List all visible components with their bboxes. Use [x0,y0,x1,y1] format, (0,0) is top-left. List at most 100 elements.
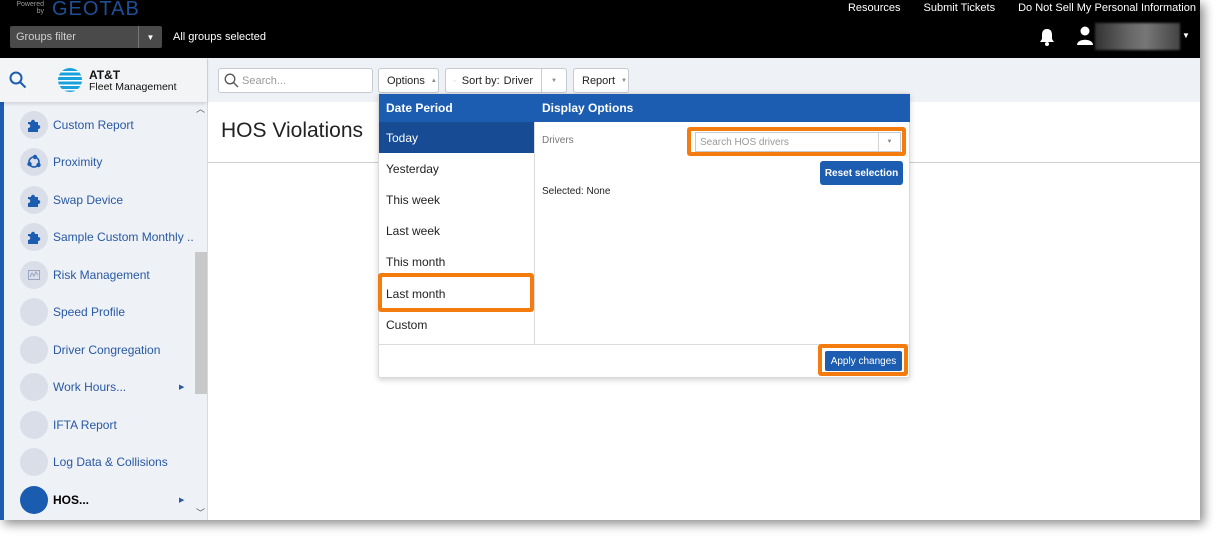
user-icon[interactable] [1076,26,1094,46]
sidebar-item-label: Risk Management [53,268,150,282]
caret-down-icon: ▼ [551,77,557,84]
blank-icon [20,411,48,439]
user-name-redacted[interactable] [1095,23,1180,50]
sort-value: Driver [503,74,533,87]
sidebar-item-speed-profile[interactable]: Speed Profile [4,294,194,330]
sidebar-item-hos[interactable]: HOS... ▶ [4,482,194,518]
display-options-header: Display Options [535,94,910,122]
sidebar-item-risk-management[interactable]: Risk Management [4,257,194,293]
sidebar-header: AT&T Fleet Management [0,58,207,102]
geotab-logo[interactable]: GEOTAB [52,0,140,21]
puzzle-icon [20,186,48,214]
drivers-dropdown-button[interactable]: ▼ [878,133,900,151]
puzzle-icon [20,223,48,251]
drivers-select[interactable]: ▼ [695,132,901,152]
drivers-search-input[interactable] [696,133,878,151]
sidebar-item-ifta-report[interactable]: IFTA Report [4,407,194,443]
date-period-last-month[interactable]: Last month [379,278,534,309]
sidebar-item-label: Sample Custom Monthly ... [53,230,194,244]
logo-subtitle: Fleet Management [89,81,177,93]
chart-icon [20,261,48,289]
submit-tickets-link[interactable]: Submit Tickets [924,2,996,14]
search-box[interactable] [218,68,373,93]
submenu-arrow-icon: ▶ [179,384,185,391]
date-period-this-week[interactable]: This week [379,184,534,215]
logo-name: AT&T [89,68,121,82]
sidebar-item-label: HOS... [53,493,90,507]
caret-down-icon: ▼ [621,77,627,84]
selected-drivers-text: Selected: None [542,186,611,197]
blank-icon [20,336,48,364]
groups-filter-dropdown-button[interactable]: ▼ [138,26,162,48]
date-period-this-month[interactable]: This month [379,246,534,277]
submenu-arrow-icon: ▶ [179,497,185,504]
sidebar-item-label: Work Hours... [53,380,127,394]
blank-icon [20,373,48,401]
search-input[interactable] [242,72,367,89]
top-header: Powered by GEOTAB Resources Submit Ticke… [0,0,1200,58]
report-label: Report [582,74,616,87]
puzzle-icon [20,111,48,139]
sidebar-item-label: Proximity [53,155,103,169]
drivers-label: Drivers [542,135,574,146]
apply-changes-button[interactable]: Apply changes [825,351,902,371]
search-icon [224,73,239,88]
user-menu-caret-icon[interactable]: ▼ [1182,31,1190,40]
sort-direction-dropdown[interactable]: ▼ [541,68,567,93]
sidebar-item-label: Swap Device [53,193,124,207]
panel-footer-divider [379,344,909,345]
date-period-yesterday[interactable]: Yesterday [379,153,534,184]
scrollbar-thumb[interactable] [195,252,207,394]
blank-icon [20,298,48,326]
groups-status: All groups selected [173,31,266,43]
groups-filter-input[interactable]: Groups filter [10,26,138,48]
report-button[interactable]: Report ▼ [573,68,629,93]
date-period-last-week[interactable]: Last week [379,215,534,246]
do-not-sell-link[interactable]: Do Not Sell My Personal Information [1018,2,1196,14]
options-button[interactable]: Options ▲ [378,68,439,93]
top-links: Resources Submit Tickets Do Not Sell My … [848,2,1196,14]
sidebar-item-label: Custom Report [53,118,134,132]
date-period-column: Date Period Today Yesterday This week La… [379,94,535,344]
sidebar-item-swap-device[interactable]: Swap Device [4,182,194,218]
display-options-column: Display Options Drivers ▼ Reset selectio… [535,94,910,344]
sidebar-item-label: Speed Profile [53,305,126,319]
caret-up-icon: ▲ [430,77,437,84]
powered-by-label: Powered by [16,1,44,15]
caret-down-icon: ▼ [146,32,155,42]
sidebar-list: Custom Report Proximity Swap Device Samp… [4,102,194,520]
sidebar-item-label: IFTA Report [53,418,117,432]
att-globe-logo[interactable] [58,68,82,92]
sort-icon [454,79,456,82]
options-label: Options [387,74,425,87]
groups-filter[interactable]: Groups filter ▼ [10,26,162,48]
sort-button[interactable]: Sort by: Driver [445,68,542,93]
page-title: HOS Violations [221,119,364,142]
sidebar-item-custom-report[interactable]: Custom Report [4,107,194,143]
sidebar-item-log-data-collisions[interactable]: Log Data & Collisions [4,444,194,480]
sidebar-item-proximity[interactable]: Proximity [4,144,194,180]
bell-icon[interactable] [1038,27,1056,47]
date-period-today[interactable]: Today [379,122,534,153]
sidebar-item-label: Log Data & Collisions [53,455,168,469]
options-panel: Date Period Today Yesterday This week La… [378,93,910,378]
blank-icon [20,486,48,514]
scroll-up-icon[interactable]: ︿ [196,102,205,115]
proximity-icon [20,148,48,176]
sort-label: Sort by: [461,74,500,87]
sidebar-item-sample-custom-monthly[interactable]: Sample Custom Monthly ... [4,219,194,255]
search-icon[interactable] [9,71,27,89]
reset-selection-button[interactable]: Reset selection [820,161,903,185]
date-period-custom[interactable]: Custom [379,309,534,340]
sidebar-item-label: Driver Congregation [53,343,161,357]
app-window: Powered by GEOTAB Resources Submit Ticke… [0,0,1200,520]
scroll-down-icon[interactable]: ﹀ [196,506,205,519]
sidebar-item-work-hours[interactable]: Work Hours... ▶ [4,369,194,405]
sidebar-item-driver-congregation[interactable]: Driver Congregation [4,332,194,368]
date-period-header: Date Period [379,94,535,122]
caret-down-icon: ▼ [886,139,893,145]
resources-link[interactable]: Resources [848,2,901,14]
sidebar: AT&T Fleet Management Custom Report Prox… [0,58,208,520]
blank-icon [20,448,48,476]
sidebar-scrollbar[interactable]: ︿ ﹀ [194,102,207,520]
